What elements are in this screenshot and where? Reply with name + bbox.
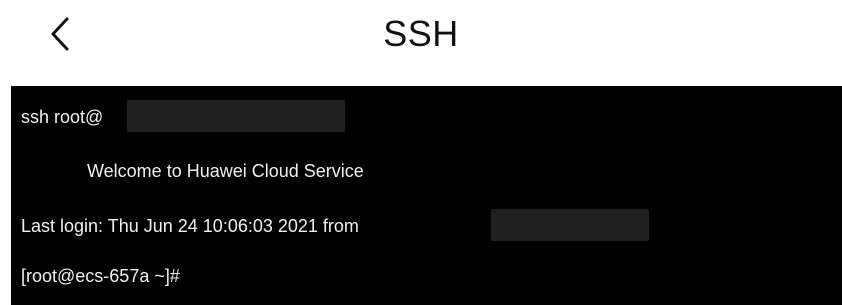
ssh-screen: SSH ssh root@ Welcome to Huawei Cloud Se… bbox=[0, 0, 842, 305]
last-login-line: Last login: Thu Jun 24 10:06:03 2021 fro… bbox=[21, 216, 359, 236]
back-button[interactable] bbox=[40, 12, 80, 56]
redacted-login-source bbox=[491, 209, 649, 241]
navigation-bar: SSH bbox=[0, 0, 842, 68]
redacted-host-address bbox=[127, 100, 345, 132]
ssh-command-line: ssh root@ bbox=[21, 107, 104, 127]
welcome-message: Welcome to Huawei Cloud Service bbox=[87, 161, 364, 181]
chevron-left-icon bbox=[50, 17, 70, 51]
terminal-output[interactable]: ssh root@ Welcome to Huawei Cloud Servic… bbox=[11, 86, 842, 305]
shell-prompt: [root@ecs-657a ~]# bbox=[21, 266, 180, 286]
page-title: SSH bbox=[383, 13, 459, 54]
